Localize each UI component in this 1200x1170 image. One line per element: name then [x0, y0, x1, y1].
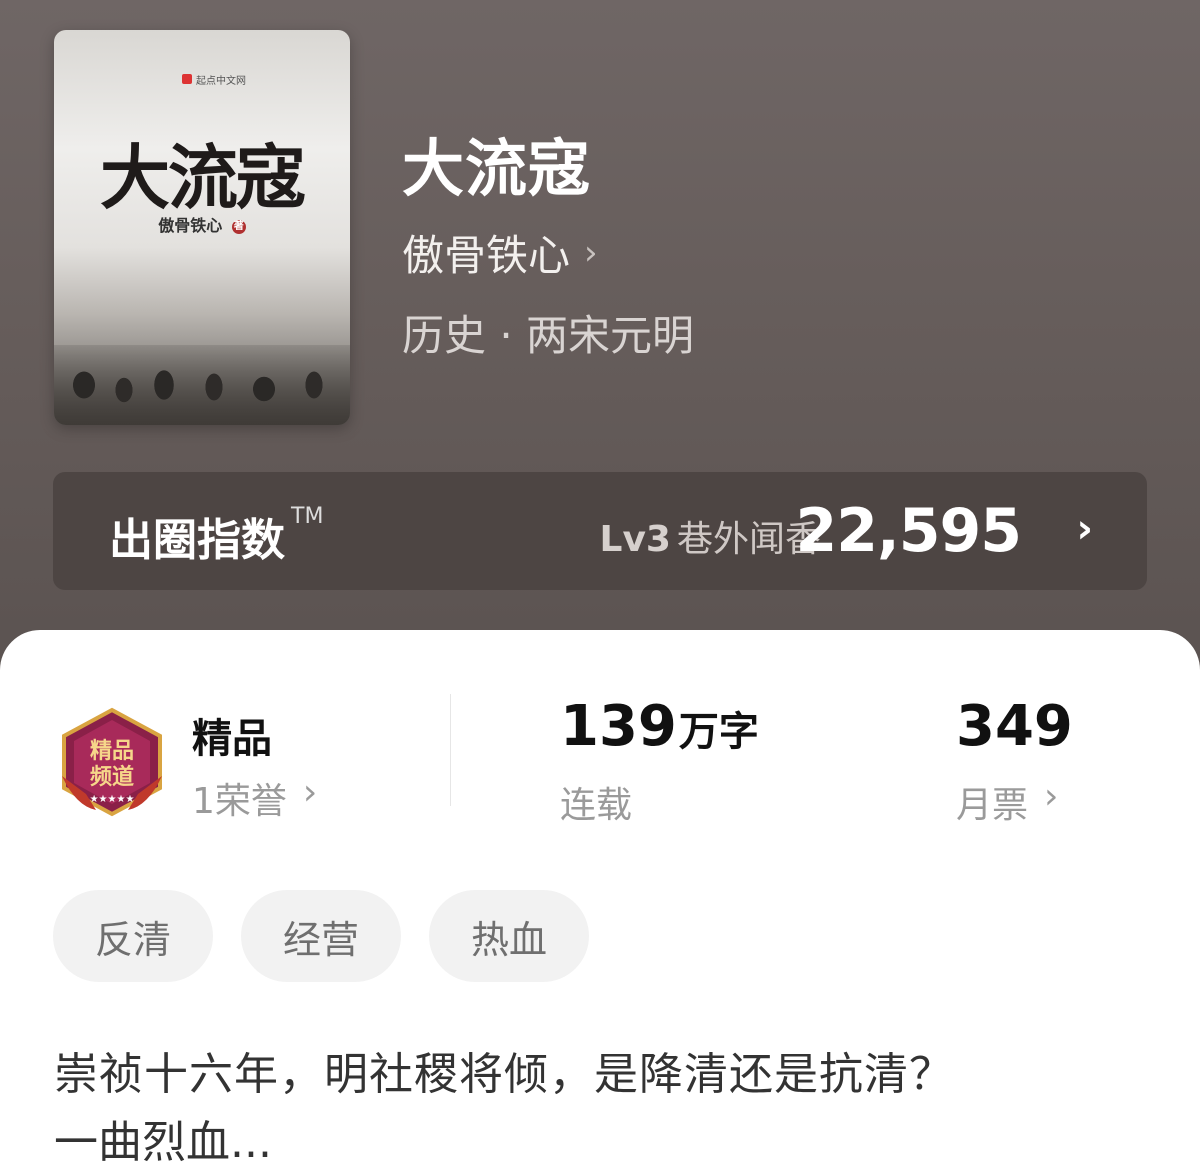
- serial-status: 连载: [560, 785, 633, 826]
- author-link[interactable]: 傲骨铁心 ›: [402, 222, 598, 283]
- cover-author-name: 傲骨铁心: [158, 216, 223, 235]
- svg-text:频道: 频道: [90, 764, 134, 790]
- popularity-index-label: 出圈指数 TM: [109, 504, 323, 568]
- stats-divider: [450, 694, 451, 806]
- tag-chip[interactable]: 热血: [429, 890, 589, 982]
- tag-list: 反清 经营 热血: [53, 890, 589, 982]
- popularity-index-bar[interactable]: 出圈指数 TM Lv3 巷外闻香 22,595 ›: [53, 472, 1147, 590]
- quality-channel-badge-icon: 精品 频道 ★★★★★: [62, 707, 162, 817]
- cover-title: 大流寇: [100, 136, 306, 219]
- book-cover[interactable]: 起点中文网 大流寇 傲骨铁心 著: [54, 30, 350, 425]
- popularity-score: 22,595: [795, 496, 1022, 566]
- chevron-right-icon: ›: [1076, 506, 1093, 552]
- author-seal-icon: 著: [231, 219, 246, 234]
- svg-text:精品: 精品: [90, 738, 134, 764]
- cover-illustration: [54, 345, 350, 425]
- popularity-level: Lv3 巷外闻香: [600, 510, 821, 562]
- word-count-unit: 万字: [678, 709, 759, 755]
- honors-link[interactable]: 1荣誉 ›: [192, 772, 317, 824]
- popularity-level-code: Lv3: [599, 519, 671, 560]
- chevron-right-icon: ›: [302, 772, 318, 813]
- author-name: 傲骨铁心: [402, 231, 571, 280]
- chevron-right-icon: ›: [1044, 776, 1059, 817]
- word-count: 139万字: [560, 694, 759, 759]
- honors-count: 1荣誉: [192, 781, 287, 822]
- publisher-name: 起点中文网: [196, 76, 246, 87]
- monthly-votes-label: 月票: [956, 785, 1029, 826]
- cover-author: 傲骨铁心 著: [54, 212, 350, 236]
- synopsis-line: 崇祯十六年，明社稷将倾，是降清还是抗清？: [54, 1049, 954, 1100]
- book-genre: 历史 · 两宋元明: [402, 311, 695, 360]
- monthly-votes-count: 349: [956, 694, 1073, 759]
- tag-chip[interactable]: 经营: [241, 890, 401, 982]
- book-title: 大流寇: [402, 132, 592, 205]
- trademark-mark: TM: [291, 504, 324, 529]
- synopsis-line: 一曲烈血...: [54, 1117, 272, 1168]
- quality-label: 精品: [192, 716, 272, 762]
- chevron-right-icon: ›: [584, 232, 598, 273]
- publisher-logo-icon: [182, 74, 192, 84]
- monthly-votes-link[interactable]: 月票 ›: [956, 776, 1058, 828]
- word-count-number: 139: [560, 694, 677, 759]
- svg-text:★★★★★: ★★★★★: [90, 794, 135, 805]
- popularity-index-title: 出圈指数: [109, 515, 285, 566]
- tag-chip[interactable]: 反清: [53, 890, 213, 982]
